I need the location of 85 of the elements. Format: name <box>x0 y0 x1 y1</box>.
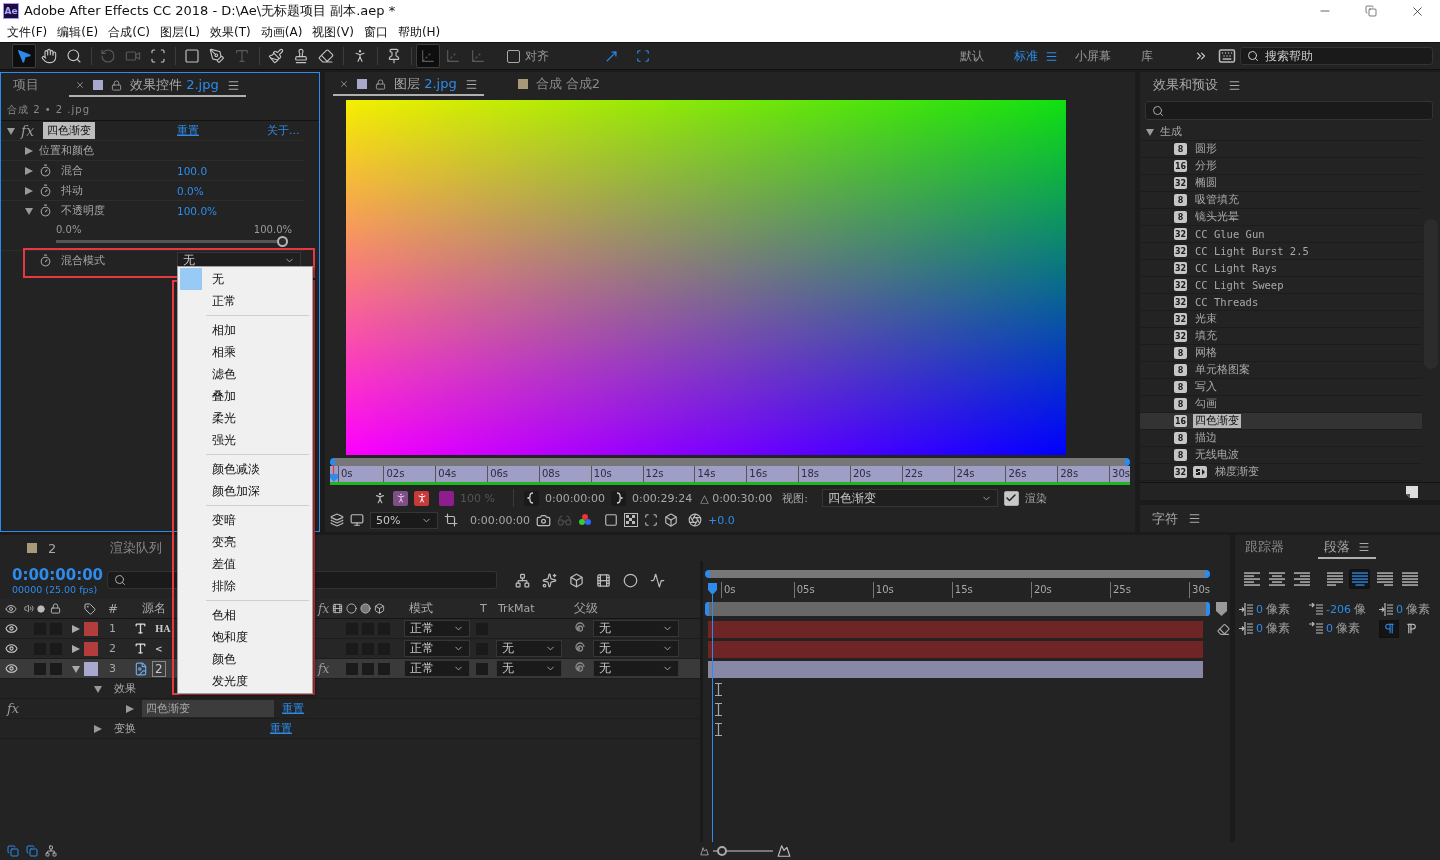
bit-depth-badge: 8 <box>1174 211 1187 223</box>
duration-time: △ 0:00:30:00 <box>700 491 773 505</box>
property-name: 抖动 <box>61 183 83 198</box>
snap-label: 对齐 <box>525 47 549 65</box>
bit-depth-badge: 32 <box>1174 330 1187 342</box>
panel-title: 字符 <box>1152 509 1178 528</box>
bit-depth-badge: 8 <box>1174 381 1187 393</box>
effect-name: CC Light Burst 2.5 <box>1194 245 1310 257</box>
window-title: Adobe After Effects CC 2018 - D:\Ae\无标题项目 副本.aep * <box>24 2 396 20</box>
effect-name: 四色渐变 <box>43 122 95 139</box>
effect-name: 分形 <box>1194 159 1218 173</box>
ruler-label: 10s <box>872 582 894 598</box>
effect-name: 镜头光晕 <box>1194 210 1240 224</box>
out-time: 0:00:29:24 <box>632 491 693 505</box>
effect-name: 四色渐变 <box>1193 414 1241 428</box>
bit-depth-badge: 16 <box>1174 160 1187 172</box>
layer-number: 2 <box>109 642 116 655</box>
effect-name: 网格 <box>1194 346 1218 360</box>
effect-name: 无线电波 <box>1194 448 1240 462</box>
column-header: 源名 <box>142 600 166 617</box>
effect-name: CC Threads <box>1194 296 1260 308</box>
effect-name: 勾画 <box>1194 397 1218 411</box>
app-logo: Ae <box>3 3 19 19</box>
breadcrumb: 合成 2 • 2 .jpg <box>1 99 319 121</box>
layer-number: 1 <box>109 622 116 635</box>
property-name: 不透明度 <box>61 203 105 218</box>
layer-number: 3 <box>109 662 116 675</box>
bit-depth-badge: 8 <box>1174 398 1187 410</box>
unit-label: 像素 <box>1406 601 1430 618</box>
unit-label: 像素 <box>1266 620 1290 637</box>
column-header: # <box>108 601 119 616</box>
effect-name: CC Light Sweep <box>1194 279 1285 291</box>
effect-name: CC Light Rays <box>1194 262 1279 274</box>
slider-min-label: 0.0% <box>56 224 82 235</box>
bit-depth-badge: 32 <box>1174 262 1187 274</box>
bit-depth-badge: 32 <box>1174 228 1187 240</box>
property-name: 混合 <box>61 163 83 178</box>
effect-name: 椭圆 <box>1194 176 1218 190</box>
ruler-label: 30s <box>1189 582 1210 598</box>
fx-label: fx <box>21 122 35 139</box>
effect-name: 吸管填充 <box>1194 193 1240 207</box>
ruler-label: 25s <box>1109 582 1131 598</box>
bit-depth-badge: 8 <box>1174 364 1187 376</box>
property-name: 混合模式 <box>61 253 105 268</box>
bit-depth-badge: 8 <box>1174 347 1187 359</box>
effect-name: 光束 <box>1194 312 1218 326</box>
bit-depth-badge: 8 <box>1174 432 1187 444</box>
ruler-label: 0s <box>721 582 736 598</box>
ruler-label: 15s <box>951 582 973 598</box>
view-label: 视图: <box>782 490 808 506</box>
column-header: TrkMat <box>498 602 535 615</box>
effect-name: 写入 <box>1194 380 1218 394</box>
render-label: 渲染 <box>1024 490 1047 506</box>
bit-depth-badge: 32 <box>1174 296 1187 308</box>
ruler-label: 05s <box>793 582 815 598</box>
effect-name: 圆形 <box>1194 142 1218 156</box>
column-header: 模式 <box>409 600 433 617</box>
effect-name: 描边 <box>1194 431 1218 445</box>
slider-max-label: 100.0% <box>253 224 292 235</box>
bit-depth-badge: 32 <box>1174 279 1187 291</box>
effect-name: 填充 <box>1194 329 1218 343</box>
fx-label: fx <box>318 601 330 616</box>
bit-depth-badge: 32 <box>1174 466 1187 478</box>
frame-info: 00000 (25.00 fps) <box>12 583 99 595</box>
bit-depth-badge: 8 <box>1174 449 1187 461</box>
unit-label: 像素 <box>1336 620 1360 637</box>
effect-name: 单元格图案 <box>1194 363 1251 377</box>
current-time: 0:00:00:00 <box>470 513 531 527</box>
unit-label: 像 <box>1353 601 1366 618</box>
bit-depth-badge: 16 <box>1174 415 1187 427</box>
effect-name: CC Glue Gun <box>1194 228 1266 240</box>
bit-depth-badge: 8 <box>1174 143 1187 155</box>
bit-depth-badge: 8 <box>1174 194 1187 206</box>
fx-label: fx <box>7 701 20 716</box>
unit-label: 像素 <box>1266 601 1290 618</box>
column-header: T <box>480 602 487 615</box>
bit-depth-badge: 32 <box>1174 313 1187 325</box>
in-time: 0:00:00:00 <box>544 491 606 505</box>
ruler-label: 20s <box>1030 582 1052 598</box>
bit-depth-badge: 32 <box>1174 245 1187 257</box>
effect-name: 梯度渐变 <box>1214 465 1260 479</box>
bit-depth-badge: 32 <box>1174 177 1187 189</box>
column-header: 父级 <box>574 600 598 617</box>
property-name: 位置和颜色 <box>39 143 94 158</box>
panel-title: 效果和预设 <box>1153 76 1218 94</box>
